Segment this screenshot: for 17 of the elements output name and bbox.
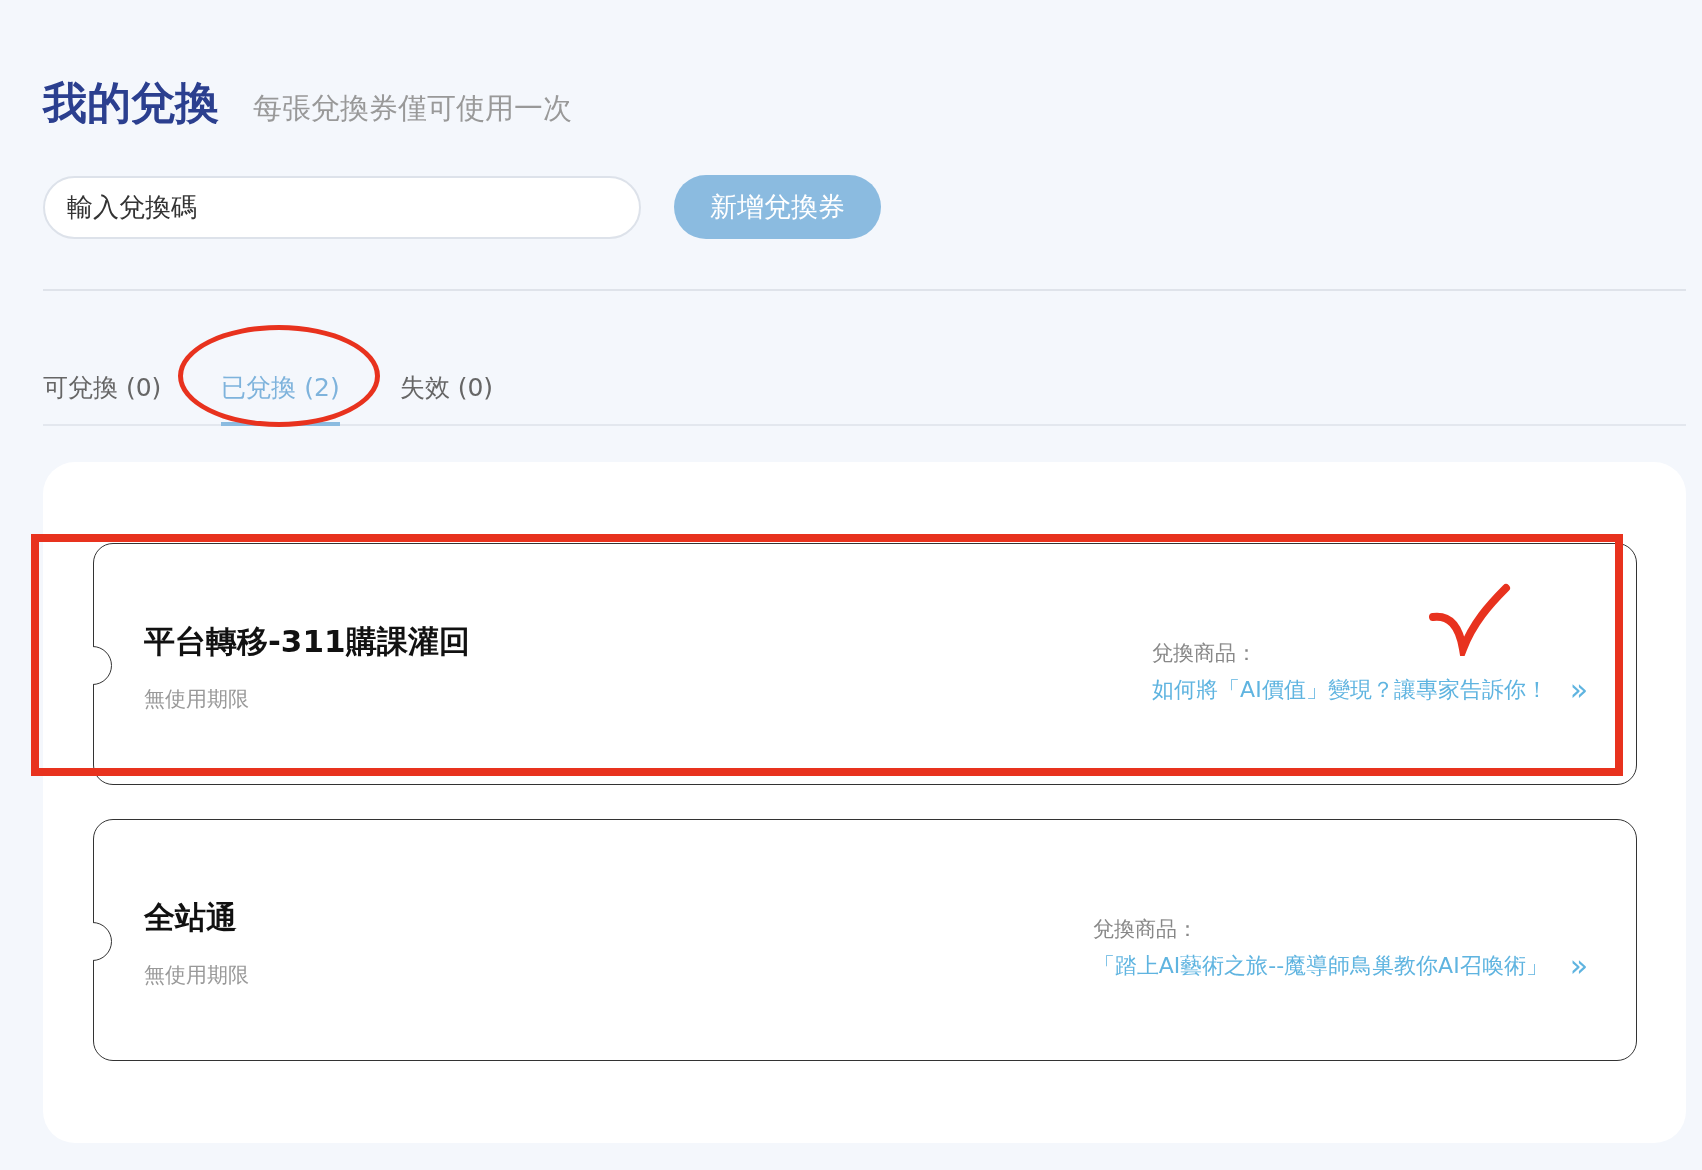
tab[interactable]: 失效 (0): [399, 363, 494, 426]
ticket-title: 全站通: [144, 898, 238, 937]
chevron-icon[interactable]: »: [1569, 675, 1588, 705]
tab[interactable]: 可兌換 (0): [43, 363, 162, 426]
validity-text: 無使用期限: [144, 962, 249, 989]
page-subtitle: 每張兌換券僅可使用一次: [253, 90, 572, 127]
chevron-icon[interactable]: »: [1569, 951, 1588, 981]
add-voucher-button[interactable]: 新增兌換券: [674, 175, 881, 239]
product-label: 兌換商品：: [1092, 916, 1199, 943]
validity-text: 無使用期限: [144, 686, 250, 713]
tab[interactable]: 已兌換 (2): [221, 363, 340, 426]
product-link[interactable]: 如何將「AI價值」變現？讓專家告訴你！: [1152, 675, 1548, 705]
product-label: 兌換商品：: [1152, 640, 1259, 667]
product-link[interactable]: 「踏上AI藝術之旅--魔導師鳥巢教你AI召喚術」: [1092, 951, 1548, 981]
page-title: 我的兌換: [43, 76, 219, 130]
ticket-title: 平台轉移-311購課灌回: [144, 622, 470, 661]
code-input-field[interactable]: 輸入兌換碼: [43, 175, 641, 239]
